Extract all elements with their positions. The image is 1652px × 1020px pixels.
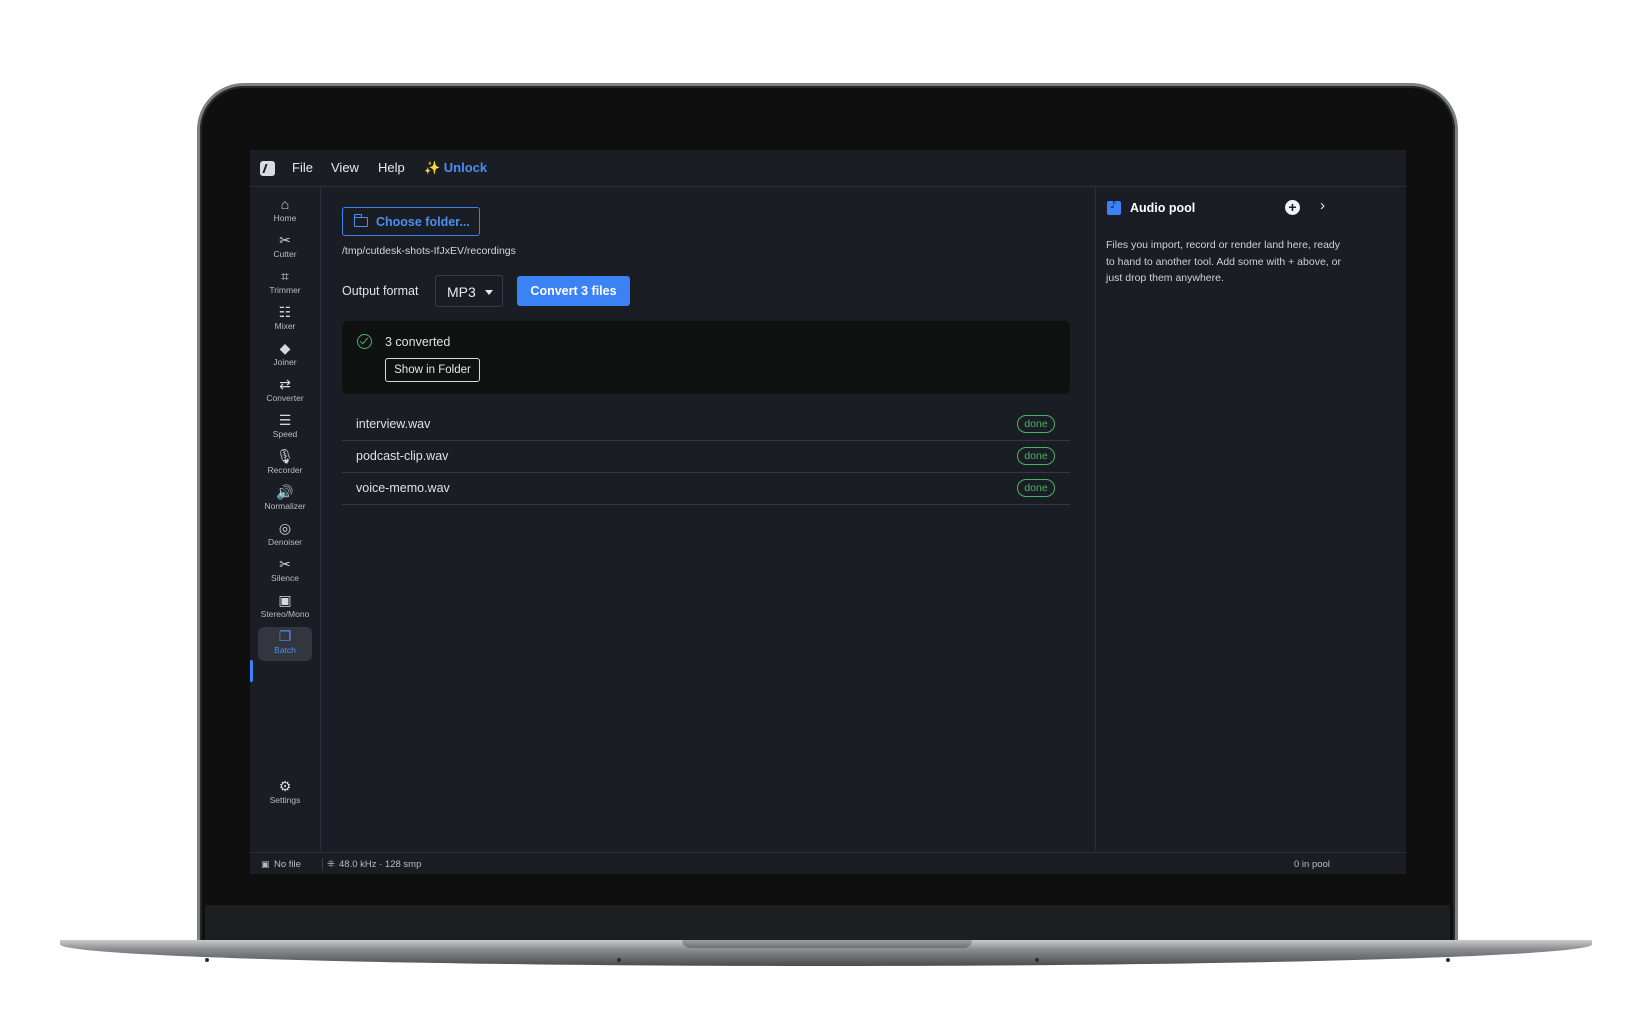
sidebar-item-cutter[interactable]: ✂ Cutter bbox=[258, 231, 312, 265]
waveform-icon: ⁜ bbox=[327, 859, 335, 870]
status-file: No file bbox=[274, 859, 301, 870]
status-audio: 48.0 kHz · 128 smp bbox=[339, 859, 422, 870]
menu-unlock[interactable]: ✨ Unlock bbox=[424, 160, 487, 176]
status-bar: ▣ No file ⁜ 48.0 kHz · 128 smp 0 in pool bbox=[250, 852, 1406, 874]
volume-icon: 🔊 bbox=[276, 484, 294, 500]
chevron-down-icon bbox=[485, 290, 493, 295]
status-badge: done bbox=[1017, 479, 1055, 497]
crop-icon: ⌗ bbox=[281, 268, 289, 284]
audio-library-icon bbox=[1107, 200, 1121, 215]
chevron-right-icon[interactable]: › bbox=[1320, 197, 1325, 214]
folder-icon bbox=[353, 214, 368, 227]
output-format-value: MP3 bbox=[447, 284, 476, 300]
swap-icon: ⇄ bbox=[279, 376, 291, 392]
sliders-icon: ☰ bbox=[278, 412, 292, 428]
sidebar-item-denoiser[interactable]: ◎ Denoiser bbox=[258, 519, 312, 553]
sidebar-item-recorder[interactable]: 🎙 Recorder bbox=[258, 447, 312, 481]
sidebar-item-label: Mixer bbox=[274, 321, 296, 331]
laptop-foot bbox=[1446, 958, 1450, 962]
sidebar-item-label: Stereo/Mono bbox=[260, 609, 310, 619]
menu-help[interactable]: Help bbox=[378, 160, 405, 175]
sidebar-item-batch[interactable]: ❐ Batch bbox=[258, 627, 312, 661]
choose-folder-button[interactable]: Choose folder... bbox=[342, 207, 480, 236]
convert-button[interactable]: Convert 3 files bbox=[517, 276, 630, 306]
pool-empty-text: Files you import, record or render land … bbox=[1106, 239, 1341, 284]
sidebar-item-label: Silence bbox=[271, 573, 299, 583]
speaker-icon: ▣ bbox=[278, 592, 292, 608]
sidebar-item-label: Recorder bbox=[267, 465, 303, 475]
denoise-icon: ◎ bbox=[278, 520, 292, 536]
sidebar-item-label: Normalizer bbox=[264, 501, 306, 511]
output-format-select[interactable]: MP3 bbox=[435, 275, 503, 307]
mic-icon: 🎙 bbox=[276, 448, 294, 464]
sidebar-item-home[interactable]: ⌂ Home bbox=[258, 195, 312, 229]
sidebar-item-label: Cutter bbox=[273, 249, 297, 259]
laptop-foot bbox=[205, 958, 209, 962]
sidebar-item-label: Speed bbox=[272, 429, 298, 439]
file-row: interview.wav done bbox=[342, 409, 1070, 441]
app-logo-icon bbox=[260, 161, 275, 176]
sidebar-item-mixer[interactable]: ☷ Mixer bbox=[258, 303, 312, 337]
sidebar-item-normalizer[interactable]: 🔊 Normalizer bbox=[258, 483, 312, 517]
gear-icon: ⚙ bbox=[278, 778, 292, 794]
file-name: interview.wav bbox=[356, 417, 431, 431]
active-indicator bbox=[250, 660, 253, 682]
sidebar-item-label: Home bbox=[273, 213, 297, 223]
laptop-notch bbox=[682, 940, 972, 948]
output-format-label: Output format bbox=[342, 284, 419, 298]
result-message: 3 converted bbox=[385, 335, 451, 349]
result-banner: 3 converted Show in Folder bbox=[342, 321, 1070, 394]
file-name: podcast-clip.wav bbox=[356, 449, 449, 463]
scissors-icon: ✂ bbox=[279, 232, 291, 248]
check-circle-icon bbox=[357, 334, 372, 349]
sidebar-item-label: Trimmer bbox=[269, 285, 301, 295]
file-icon: ▣ bbox=[261, 859, 270, 869]
file-row: voice-memo.wav done bbox=[342, 473, 1070, 505]
audio-pool-panel: Audio pool + › Files you import, record … bbox=[1095, 187, 1406, 851]
sidebar-item-joiner[interactable]: ◆ Joiner bbox=[258, 339, 312, 373]
show-in-folder-button[interactable]: Show in Folder bbox=[385, 358, 480, 382]
app-window: File View Help ✨ Unlock ⌂ Home ✂ Cutter … bbox=[250, 150, 1406, 874]
status-badge: done bbox=[1017, 415, 1055, 433]
menu-file[interactable]: File bbox=[292, 160, 313, 175]
laptop-foot bbox=[1035, 958, 1039, 962]
sidebar-item-stereo-mono[interactable]: ▣ Stereo/Mono bbox=[258, 591, 312, 625]
batch-icon: ❐ bbox=[278, 628, 292, 644]
file-row: podcast-clip.wav done bbox=[342, 441, 1070, 473]
menu-bar: File View Help ✨ Unlock bbox=[250, 150, 1406, 187]
sidebar-item-label: Denoiser bbox=[267, 537, 303, 547]
sidebar-item-settings[interactable]: ⚙ Settings bbox=[258, 777, 312, 811]
scissors-icon: ✂ bbox=[279, 556, 291, 572]
batch-panel: Choose folder... /tmp/cutdesk-shots-IfJx… bbox=[321, 187, 1094, 851]
pool-title: Audio pool bbox=[1130, 201, 1196, 215]
file-name: voice-memo.wav bbox=[356, 481, 450, 495]
layers-icon: ◆ bbox=[279, 340, 291, 356]
home-icon: ⌂ bbox=[280, 196, 290, 212]
mixer-icon: ☷ bbox=[278, 304, 292, 320]
tool-sidebar: ⌂ Home ✂ Cutter ⌗ Trimmer ☷ Mixer ◆ Join… bbox=[250, 187, 321, 851]
laptop-foot bbox=[617, 958, 621, 962]
status-pool-count: 0 in pool bbox=[1294, 859, 1330, 870]
sidebar-item-label: Batch bbox=[274, 645, 296, 655]
sidebar-item-trimmer[interactable]: ⌗ Trimmer bbox=[258, 267, 312, 301]
add-to-pool-button[interactable]: + bbox=[1285, 200, 1300, 215]
sidebar-item-converter[interactable]: ⇄ Converter bbox=[258, 375, 312, 409]
sidebar-item-label: Joiner bbox=[273, 357, 297, 367]
sidebar-item-speed[interactable]: ☰ Speed bbox=[258, 411, 312, 445]
menu-view[interactable]: View bbox=[331, 160, 359, 175]
status-badge: done bbox=[1017, 447, 1055, 465]
folder-path: /tmp/cutdesk-shots-IfJxEV/recordings bbox=[342, 245, 516, 257]
divider bbox=[322, 858, 323, 870]
sidebar-item-label: Settings bbox=[269, 795, 301, 805]
sidebar-item-label: Converter bbox=[266, 393, 304, 403]
sidebar-item-silence[interactable]: ✂ Silence bbox=[258, 555, 312, 589]
choose-folder-label: Choose folder... bbox=[376, 215, 470, 229]
